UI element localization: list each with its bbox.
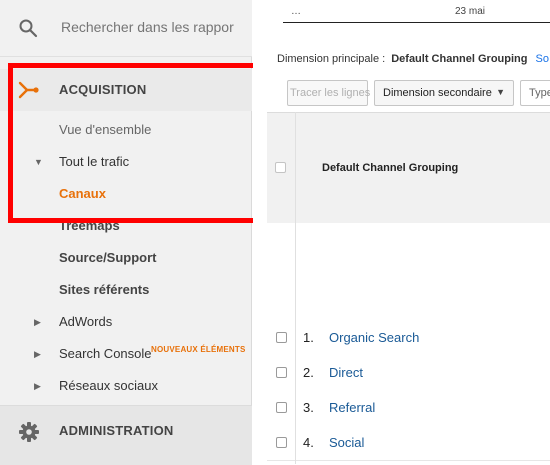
chevron-down-icon: ▼ (496, 87, 505, 97)
collapsed-triangle-icon[interactable]: ▶ (34, 381, 41, 392)
select-all-checkbox[interactable] (275, 162, 286, 173)
row-index: 1. (303, 330, 314, 345)
section-label-acquisition: ACQUISITION (59, 82, 147, 97)
nav-item-overview[interactable]: Vue d'ensemble (59, 122, 151, 137)
dimension-more-link[interactable]: So (536, 53, 549, 65)
search-icon (19, 19, 38, 38)
nav-item-treemaps[interactable]: Treemaps (59, 218, 120, 233)
report-main: … 23 mai Dimension principale : Default C… (253, 0, 550, 464)
table-summary-area (267, 223, 550, 321)
nav-item-referrals[interactable]: Sites référents (59, 282, 149, 297)
secondary-dimension-label: Dimension secondaire (383, 87, 492, 99)
section-label-administration: ADMINISTRATION (59, 423, 174, 438)
search-input[interactable]: Rechercher dans les rappor (61, 19, 234, 35)
channel-link[interactable]: Direct (329, 365, 363, 380)
column-divider (295, 112, 296, 464)
gear-icon (19, 422, 39, 442)
nav-item-source-medium[interactable]: Source/Support (59, 250, 157, 265)
primary-dimension-bar: Dimension principale : Default Channel Gr… (277, 53, 549, 65)
row-checkbox[interactable] (276, 367, 287, 378)
row-index: 3. (303, 400, 314, 415)
expanded-triangle-icon[interactable]: ▼ (34, 157, 43, 167)
axis-ellipsis: … (291, 6, 301, 17)
nav-item-all-traffic[interactable]: Tout le trafic (59, 154, 129, 169)
section-acquisition[interactable]: ACQUISITION (0, 69, 252, 111)
table-row: 1. Organic Search (267, 320, 550, 356)
nav-item-social[interactable]: Réseaux sociaux (59, 378, 158, 393)
nav-item-adwords[interactable]: AdWords (59, 314, 112, 329)
column-header-channel-grouping[interactable]: Default Channel Grouping (322, 162, 458, 174)
table-row: 3. Referral (267, 390, 550, 426)
nav-item-channels[interactable]: Canaux (59, 186, 106, 201)
row-checkbox[interactable] (276, 437, 287, 448)
plot-rows-button[interactable]: Tracer les lignes (287, 80, 370, 106)
chart-axis-strip: … 23 mai (283, 0, 550, 23)
new-items-badge: NOUVEAUX ÉLÉMENTS (151, 345, 246, 354)
channel-link[interactable]: Referral (329, 400, 375, 415)
nav-item-search-console[interactable]: Search Console (59, 346, 152, 361)
primary-dimension-value: Default Channel Grouping (391, 53, 528, 65)
axis-date-label: 23 mai (455, 6, 486, 17)
sort-type-control[interactable]: Type d (520, 80, 550, 106)
row-index: 4. (303, 435, 314, 450)
row-checkbox[interactable] (276, 332, 287, 343)
sidebar: Rechercher dans les rappor ACQUISITION V… (0, 0, 258, 465)
secondary-dimension-dropdown[interactable]: Dimension secondaire ▼ (374, 80, 514, 106)
row-index: 2. (303, 365, 314, 380)
table-row: 4. Social (267, 425, 550, 461)
channel-link[interactable]: Organic Search (329, 330, 419, 345)
collapsed-triangle-icon[interactable]: ▶ (34, 349, 41, 360)
collapsed-triangle-icon[interactable]: ▶ (34, 317, 41, 328)
row-checkbox[interactable] (276, 402, 287, 413)
channel-link[interactable]: Social (329, 435, 364, 450)
section-administration[interactable]: ADMINISTRATION (0, 405, 252, 465)
primary-dimension-label: Dimension principale : (277, 53, 386, 65)
acquisition-icon (18, 81, 39, 99)
table-row: 2. Direct (267, 355, 550, 391)
report-search[interactable]: Rechercher dans les rappor (0, 0, 252, 57)
